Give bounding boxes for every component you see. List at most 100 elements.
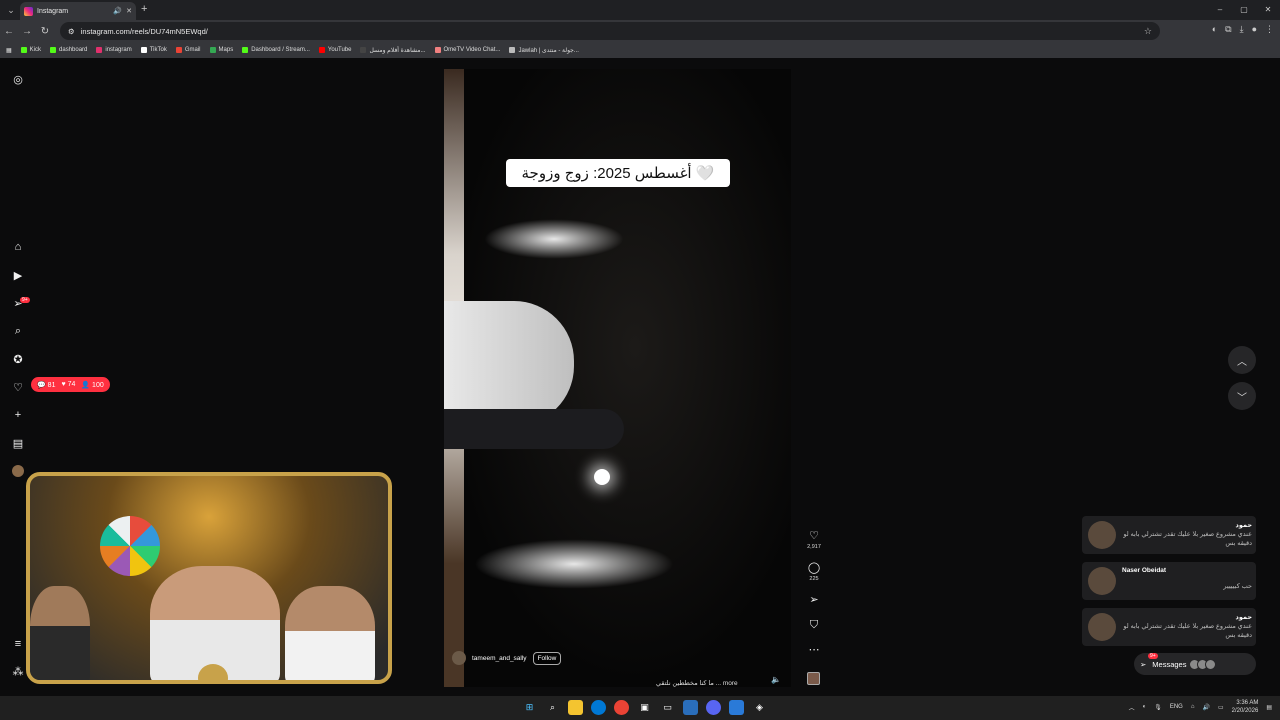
file-explorer-icon[interactable] [568,700,583,715]
bookmark-instagram[interactable]: instagram [96,47,132,53]
language-indicator[interactable]: ENG [1170,704,1183,710]
follow-button[interactable]: Follow [532,651,562,665]
reel-caption[interactable]: ما كنا مخططين نلتقي ... more [656,679,738,687]
notification-icon[interactable]: ▤ [1266,704,1272,711]
tab-search-icon[interactable]: ⌄ [0,0,22,20]
comment-icon: ◯ [807,562,821,574]
bride-dress [444,301,574,426]
message-text: حب كبيييير [1223,583,1252,590]
bookmark-tiktok[interactable]: TikTok [140,47,167,53]
maximize-icon[interactable]: ▢ [1232,0,1256,20]
taskbar-apps: ⊞ ⌕ ▣ ▭ ◈ [522,700,767,715]
extension-icon[interactable]: ◐ [1212,24,1217,35]
steam-icon[interactable]: ◈ [752,700,767,715]
tab-bar: ⌄ Instagram 🔊 ✕ + – ▢ ✕ [0,0,1280,20]
author-avatar[interactable] [452,651,466,665]
author-username[interactable]: tameem_and_sally [472,655,527,662]
instagram-logo-icon[interactable]: ◎ [11,72,25,86]
share-icon: ➢ [809,594,819,606]
bookmark-star-icon[interactable]: ☆ [1144,26,1152,37]
bookmark-jawlah[interactable]: Jawlah | جولة - منتدى... [509,47,579,54]
clock[interactable]: 3:36 AM 2/20/2026 [1232,699,1259,715]
activity-notification-pill[interactable]: 💬 81 ♥ 74 👤 100 [31,377,110,392]
forward-icon[interactable]: → [18,26,36,37]
terminal-icon[interactable]: ▭ [660,700,675,715]
like-button[interactable]: ♡ 2,917 [804,529,824,550]
new-tab-icon[interactable]: + [141,3,147,15]
bookmark-youtube[interactable]: YouTube [318,47,351,53]
previous-reel-button[interactable]: ︿ [1228,346,1256,374]
search-icon[interactable]: ⌕ [11,324,25,338]
profile-icon[interactable]: ● [1252,24,1257,35]
save-button[interactable]: ⛉ [804,619,824,632]
meta-apps-icon[interactable]: ⁂ [11,664,25,678]
dashboard-icon[interactable]: ▤ [11,436,25,450]
messages-button[interactable]: ➢ 9+ Messages [1134,653,1256,675]
system-tray: ︿ ◐ 🎙 ENG ⌂ 🔊 ▭ 3:36 AM 2/20/2026 ▤ [1129,699,1272,715]
close-window-icon[interactable]: ✕ [1256,0,1280,20]
bookmark-movies[interactable]: مشاهدة أفلام ومسل... [360,47,426,54]
reel-video[interactable]: أغسطس 2025: زوج وزوجة 🤍 tameem_and_sally… [444,69,791,687]
message-text: عندي مشروع صغير بلا عليك تقدر تشترلي باب… [1123,623,1252,639]
notifications-heart-icon[interactable]: ♡ [11,380,25,394]
minimize-icon[interactable]: – [1208,0,1232,20]
edge-icon[interactable] [591,700,606,715]
groom-suit [444,409,624,449]
store-icon[interactable]: ▣ [637,700,652,715]
discord-icon[interactable] [706,700,721,715]
next-reel-button[interactable]: ﹀ [1228,382,1256,410]
more-options-button[interactable]: ⋯ [804,643,824,656]
apps-icon[interactable]: ▦ [6,47,12,54]
message-preview[interactable]: حمود عندي مشروع صغير بلا عليك تقدر تشترل… [1082,608,1256,646]
sender-name: حمود [1235,614,1252,621]
tray-chevron-icon[interactable]: ︿ [1129,703,1135,712]
share-button[interactable]: ➢ [804,593,824,606]
message-preview[interactable]: حمود عندي مشروع صغير بلا عليك تقدر تشترل… [1082,516,1256,554]
more-menu-icon[interactable]: ≡ [11,637,25,651]
app-icon[interactable] [683,700,698,715]
microphone-icon[interactable]: 🎙 [1154,704,1162,711]
downloads-icon[interactable]: ⤓ [1240,24,1244,35]
create-icon[interactable]: + [11,408,25,422]
url-text: instagram.com/reels/DU74mN5EWqd/ [80,26,208,36]
bookmark-kick[interactable]: Kick [20,47,41,53]
app2-icon[interactable] [729,700,744,715]
explore-icon[interactable]: ✪ [11,352,25,366]
back-icon[interactable]: ← [0,26,18,37]
menu-icon[interactable]: ⋮ [1265,24,1274,35]
instagram-page: ◎ ⌂ ▶ ➢ 9+ ⌕ ✪ ♡ + ▤ ≡ ⁂ 💬 81 ♥ 74 👤 100… [0,60,1280,696]
comment-button[interactable]: ◯ 225 [804,561,824,582]
network-icon[interactable]: ⌂ [1191,704,1195,710]
address-bar[interactable]: ⚙ instagram.com/reels/DU74mN5EWqd/ ☆ [60,22,1160,40]
profile-avatar[interactable] [12,465,24,477]
site-info-icon[interactable]: ⚙ [68,27,75,36]
bookmark-maps[interactable]: Maps [209,47,233,53]
battery-icon[interactable]: ▭ [1218,704,1224,711]
toolbar-extensions: ◐ ⧉ ⤓ ● ⋮ [1212,24,1274,35]
search-taskbar-icon[interactable]: ⌕ [545,700,560,715]
message-text: عندي مشروع صغير بلا عليك تقدر تشترلي باب… [1123,531,1252,547]
message-preview[interactable]: Naser Obeidat حب كبيييير [1082,562,1256,600]
audio-thumbnail[interactable] [807,672,820,685]
follow-count: 👤 100 [81,381,104,389]
bookmark-ometv[interactable]: OmeTV Video Chat... [434,47,500,53]
browser-tab[interactable]: Instagram 🔊 ✕ [20,2,136,20]
bookmark-dashboard[interactable]: dashboard [50,47,87,53]
speaker-icon[interactable]: 🔊 [113,7,122,15]
audio-toggle-icon[interactable]: 🔈 [771,675,781,684]
reels-icon[interactable]: ▶ [11,268,25,282]
start-icon[interactable]: ⊞ [522,700,537,715]
volume-icon[interactable]: 🔊 [1202,704,1209,711]
chrome-icon[interactable] [614,700,629,715]
instagram-favicon-icon [24,6,33,16]
tab-close-icon[interactable]: ✕ [126,7,132,15]
tray-app-icon[interactable]: ◐ [1143,704,1147,710]
home-icon[interactable]: ⌂ [11,240,25,254]
reel-author: tameem_and_sally Follow [452,651,562,665]
puzzle-icon[interactable]: ⧉ [1225,24,1231,35]
sender-avatar [1088,567,1116,595]
bookmark-stream[interactable]: Dashboard / Stream... [242,47,310,53]
reload-icon[interactable]: ↻ [36,26,54,37]
side-person [30,586,90,680]
bookmark-gmail[interactable]: Gmail [175,47,201,53]
